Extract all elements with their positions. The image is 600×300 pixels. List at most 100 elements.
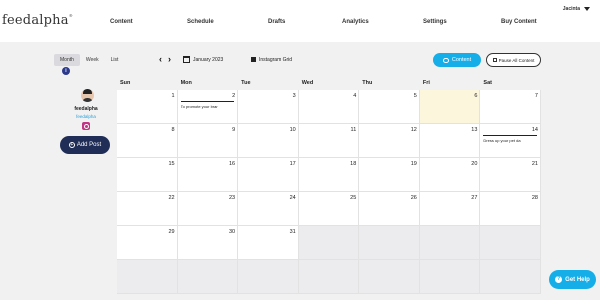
grid-icon[interactable] [251, 57, 256, 62]
calendar-day-cell[interactable] [177, 260, 239, 294]
calendar-day-cell[interactable]: 24 [238, 192, 299, 226]
calendar-day-cell[interactable]: 17 [238, 158, 299, 192]
day-number: 1 [171, 93, 175, 99]
month-calendar: Sun Mon Tue Wed Thu Fri Sat 1 2 To promote your b… [117, 78, 541, 296]
nav-content[interactable]: Content [110, 19, 133, 25]
calendar-day-cell[interactable]: 1 [117, 90, 178, 124]
profile-name: feedalpha [74, 106, 98, 112]
next-month-icon[interactable]: › [168, 55, 171, 64]
get-help-button[interactable]: ? Get Help [549, 270, 596, 289]
calendar-day-cell[interactable]: 9 [177, 124, 239, 158]
calendar-day-cell[interactable]: 14 Dress up your pet da [480, 124, 541, 158]
calendar-day-cell[interactable]: 28 [480, 192, 541, 226]
month-label[interactable]: January 2023 [193, 57, 223, 63]
weekday-header: Sun [120, 80, 131, 86]
prev-month-icon[interactable]: ‹ [159, 55, 162, 64]
day-number: 14 [531, 127, 538, 133]
calendar-day-cell[interactable]: 29 [117, 226, 178, 260]
logo[interactable]: feedalpha® [2, 13, 73, 28]
calendar-day-cell[interactable]: 7 [480, 90, 541, 124]
day-number: 22 [168, 195, 175, 201]
calendar-day-cell[interactable] [359, 226, 420, 260]
calendar-day-cell[interactable]: 13 [419, 124, 481, 158]
scheduled-post[interactable]: Dress up your pet da [483, 135, 537, 143]
nav-schedule[interactable]: Schedule [187, 19, 214, 25]
pause-button-label: Pause All Content [498, 57, 535, 63]
calendar-day-cell[interactable]: 4 [298, 90, 360, 124]
day-number: 16 [229, 161, 236, 167]
calendar-day-cell[interactable]: 25 [298, 192, 360, 226]
content-button-label: Content [451, 57, 472, 63]
calendar-day-cell[interactable]: 26 [359, 192, 420, 226]
weekday-header: Fri [422, 80, 430, 86]
get-help-label: Get Help [565, 276, 590, 283]
calendar-day-cell[interactable] [419, 226, 481, 260]
day-number: 21 [531, 161, 538, 167]
user-menu-caret-icon[interactable] [584, 7, 590, 11]
calendar-day-cell[interactable]: 5 [359, 90, 420, 124]
calendar-day-cell[interactable]: 19 [359, 158, 420, 192]
tab-month[interactable]: Month [54, 54, 80, 66]
day-number: 25 [350, 195, 357, 201]
calendar-day-cell[interactable]: 2 To promote your brar [177, 90, 239, 124]
calendar-day-cell[interactable]: 16 [177, 158, 239, 192]
calendar-day-cell[interactable] [238, 260, 299, 294]
instagram-grid-link[interactable]: Instagram Grid [259, 57, 292, 63]
day-number: 18 [350, 161, 357, 167]
calendar-day-cell[interactable]: 8 [117, 124, 178, 158]
day-number: 27 [471, 195, 478, 201]
user-menu-name[interactable]: Jacinta [563, 6, 580, 12]
avatar [81, 89, 94, 102]
profile-handle[interactable]: feedalpha [56, 114, 116, 119]
calendar-day-cell[interactable] [117, 260, 178, 294]
day-number: 2 [232, 93, 236, 99]
calendar-day-cell[interactable] [419, 260, 481, 294]
calendar-day-cell[interactable]: 31 [238, 226, 299, 260]
nav-settings[interactable]: Settings [423, 19, 447, 25]
day-number: 29 [168, 229, 175, 235]
day-number: 13 [471, 127, 478, 133]
scheduled-post[interactable]: To promote your brar [180, 101, 235, 109]
day-number: 24 [289, 195, 296, 201]
calendar-day-cell[interactable]: 12 [359, 124, 420, 158]
weekday-header: Tue [241, 80, 251, 86]
weekday-header: Sat [483, 80, 492, 86]
day-number: 4 [353, 93, 357, 99]
day-number: 23 [229, 195, 236, 201]
calendar-icon[interactable] [183, 56, 190, 63]
nav-analytics[interactable]: Analytics [342, 19, 369, 25]
nav-buy-content[interactable]: Buy Content [501, 19, 537, 25]
day-number: 15 [168, 161, 175, 167]
tab-list[interactable]: List [105, 54, 125, 66]
content-button[interactable]: Content [433, 53, 481, 67]
calendar-day-cell[interactable]: 15 [117, 158, 178, 192]
calendar-day-cell[interactable]: 18 [298, 158, 360, 192]
calendar-day-cell[interactable] [359, 260, 420, 294]
cloud-icon [442, 57, 449, 63]
add-post-button[interactable]: + Add Post [60, 136, 110, 154]
day-number: 11 [350, 127, 357, 133]
tab-week[interactable]: Week [80, 54, 105, 66]
nav-drafts[interactable]: Drafts [268, 19, 285, 25]
day-number: 26 [410, 195, 417, 201]
day-number: 5 [413, 93, 417, 99]
weekday-header: Wed [301, 80, 314, 86]
calendar-day-cell[interactable]: 27 [419, 192, 481, 226]
calendar-day-cell[interactable]: 21 [480, 158, 541, 192]
calendar-day-cell[interactable] [298, 226, 360, 260]
day-number: 19 [410, 161, 417, 167]
calendar-day-cell[interactable]: 6 [419, 90, 481, 124]
plus-icon: + [68, 142, 75, 148]
calendar-day-cell[interactable]: 22 [117, 192, 178, 226]
calendar-day-cell[interactable]: 11 [298, 124, 360, 158]
calendar-day-cell[interactable]: 3 [238, 90, 299, 124]
calendar-day-cell[interactable] [298, 260, 360, 294]
calendar-day-cell[interactable]: 10 [238, 124, 299, 158]
info-icon[interactable]: i [62, 67, 70, 75]
calendar-day-cell[interactable] [480, 260, 541, 294]
calendar-day-cell[interactable]: 30 [177, 226, 239, 260]
calendar-day-cell[interactable]: 23 [177, 192, 239, 226]
calendar-day-cell[interactable] [480, 226, 541, 260]
pause-all-content-button[interactable]: Pause All Content [486, 53, 541, 67]
calendar-day-cell[interactable]: 20 [419, 158, 481, 192]
